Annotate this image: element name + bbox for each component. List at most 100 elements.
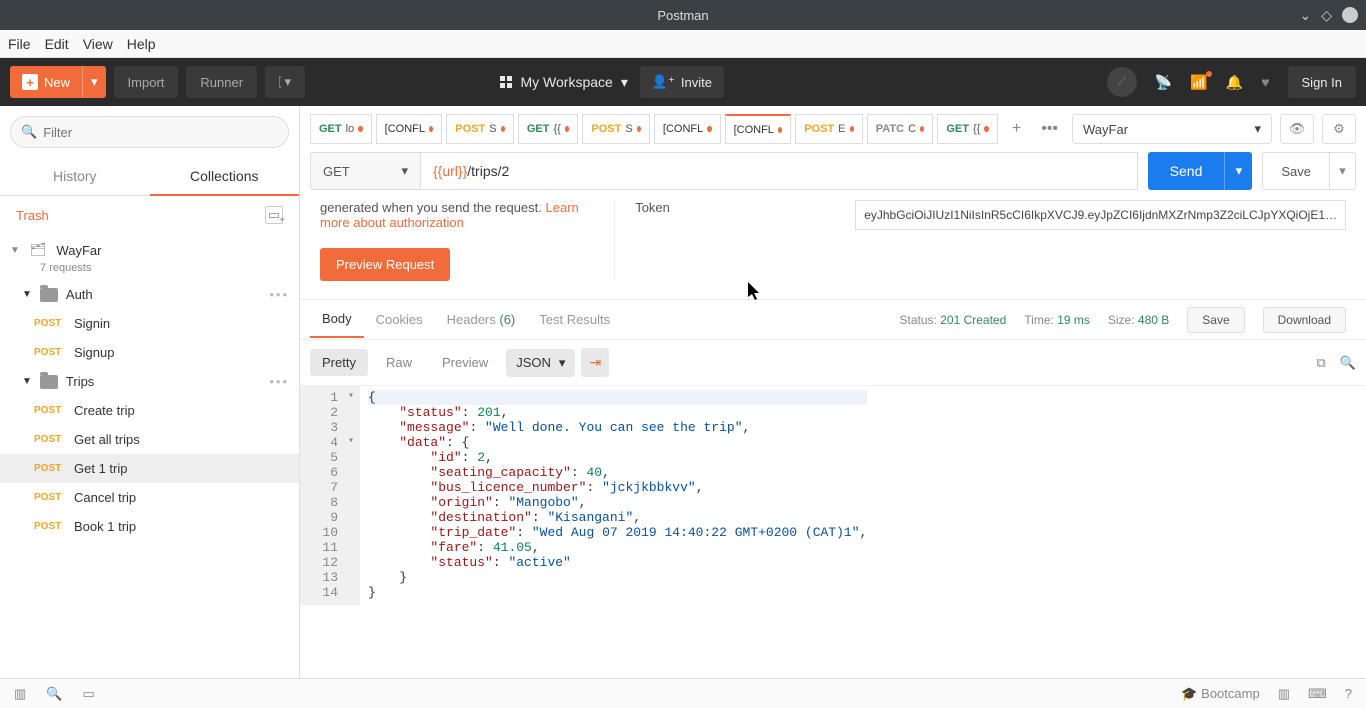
environment-label: WayFar: [1083, 122, 1128, 137]
new-tab-button[interactable]: +: [1006, 120, 1027, 138]
runner-button[interactable]: Runner: [186, 66, 257, 98]
window-close-icon[interactable]: ✕: [1342, 7, 1358, 23]
url-path: /trips/2: [467, 163, 509, 179]
environment-selector[interactable]: WayFar ▾: [1072, 114, 1272, 144]
sidebar-toggle-icon[interactable]: ▥: [14, 686, 26, 702]
response-tab-tests[interactable]: Test Results: [527, 302, 622, 337]
broadcast-icon[interactable]: 📶: [1190, 74, 1207, 91]
size-value: 480 B: [1138, 313, 1169, 327]
menu-file[interactable]: File: [8, 36, 31, 52]
open-new-window-button[interactable]: ▾: [265, 66, 305, 98]
tab-overflow-button[interactable]: •••: [1035, 120, 1064, 138]
response-tab-body[interactable]: Body: [310, 301, 364, 338]
new-collection-icon[interactable]: ▭+: [265, 206, 283, 224]
window-icon: [279, 75, 280, 89]
gear-icon: ⚙: [1333, 121, 1345, 137]
time-value: 19 ms: [1057, 313, 1090, 327]
token-input[interactable]: eyJhbGciOiJIUzI1NiIsInR5cCI6IkpXVCJ9.eyJ…: [855, 200, 1346, 230]
signin-button[interactable]: Sign In: [1288, 66, 1356, 98]
collection-name: WayFar: [56, 243, 101, 258]
caret-down-icon: ▼: [22, 376, 32, 387]
bootcamp-link[interactable]: 🎓 Bootcamp: [1181, 686, 1259, 702]
response-tab-cookies[interactable]: Cookies: [364, 302, 435, 337]
view-pretty[interactable]: Pretty: [310, 349, 368, 376]
two-pane-icon[interactable]: ▥: [1278, 686, 1290, 702]
sidebar-tab-collections[interactable]: Collections: [150, 158, 300, 196]
collection-sub: 7 requests: [40, 262, 299, 280]
invite-button[interactable]: 👤⁺ Invite: [640, 66, 724, 98]
menu-help[interactable]: Help: [127, 36, 156, 52]
trash-link[interactable]: Trash: [16, 208, 49, 223]
sidebar: 🔍 History Collections Trash ▭+ ▼ 🗂 WayFa…: [0, 106, 300, 678]
preview-request-button[interactable]: Preview Request: [320, 248, 450, 281]
new-dropdown-caret[interactable]: ▾: [82, 66, 106, 98]
signin-label: Sign In: [1302, 75, 1342, 90]
url-input[interactable]: {{url}}/trips/2: [420, 152, 1138, 190]
url-variable: {{url}}: [433, 163, 467, 179]
method-label: GET: [323, 164, 350, 179]
request-get-1-trip[interactable]: POSTGet 1 trip: [0, 454, 299, 483]
menu-edit[interactable]: Edit: [45, 36, 69, 52]
keyboard-shortcuts-icon[interactable]: ⌨: [1308, 686, 1327, 702]
console-icon[interactable]: ▭: [82, 686, 94, 702]
response-language-dropdown[interactable]: JSON▾: [506, 349, 575, 377]
more-icon[interactable]: •••: [269, 374, 289, 389]
response-tab-headers[interactable]: Headers (6): [435, 302, 528, 337]
environment-quicklook-button[interactable]: 👁: [1280, 114, 1314, 144]
status-value: 201 Created: [940, 313, 1006, 327]
capture-icon[interactable]: 📡: [1155, 74, 1172, 91]
download-response-button[interactable]: Download: [1263, 307, 1346, 333]
window-maximize-icon[interactable]: ◇: [1321, 7, 1332, 24]
response-body-viewer[interactable]: 1234567891011121314 ▾▾ { "status": 201, …: [300, 385, 1366, 605]
request-get-all-trips[interactable]: POSTGet all trips: [0, 425, 299, 454]
send-dropdown[interactable]: ▾: [1224, 152, 1252, 190]
settings-button[interactable]: ⚙: [1322, 114, 1356, 144]
window-title: Postman: [657, 8, 708, 23]
import-button[interactable]: Import: [114, 66, 179, 98]
workspace-selector[interactable]: My Workspace ▾: [500, 74, 627, 91]
save-response-button[interactable]: Save: [1187, 307, 1244, 333]
request-tab[interactable]: GET lo: [310, 114, 372, 144]
folder-trips[interactable]: ▼ Trips •••: [0, 367, 299, 396]
notifications-icon[interactable]: 🔔: [1226, 74, 1243, 91]
request-create-trip[interactable]: POSTCreate trip: [0, 396, 299, 425]
search-response-icon[interactable]: 🔍: [1340, 355, 1356, 371]
save-button[interactable]: Save: [1262, 152, 1330, 190]
find-icon[interactable]: 🔍: [46, 686, 62, 702]
save-dropdown[interactable]: ▾: [1330, 152, 1356, 190]
request-tab[interactable]: PATC C: [867, 114, 934, 144]
heart-icon[interactable]: ♥: [1261, 74, 1269, 90]
filter-input[interactable]: [43, 125, 278, 140]
sync-disabled-icon[interactable]: ⟋: [1107, 67, 1137, 97]
request-signup[interactable]: POSTSignup: [0, 338, 299, 367]
request-signin[interactable]: POSTSignin: [0, 309, 299, 338]
caret-down-icon: ▼: [10, 245, 20, 256]
request-book-1-trip[interactable]: POSTBook 1 trip: [0, 512, 299, 541]
view-raw[interactable]: Raw: [374, 349, 424, 376]
view-preview[interactable]: Preview: [430, 349, 500, 376]
window-minimize-icon[interactable]: ⌄: [1299, 7, 1311, 24]
chevron-down-icon: ▾: [559, 355, 566, 371]
request-tab[interactable]: [CONFL: [725, 114, 792, 144]
method-dropdown[interactable]: GET ▾: [310, 152, 420, 190]
request-tab[interactable]: [CONFL: [376, 114, 443, 144]
more-icon[interactable]: •••: [269, 287, 289, 302]
wrap-lines-button[interactable]: ⇥: [581, 348, 609, 377]
new-button[interactable]: + New ▾: [10, 66, 106, 98]
menu-view[interactable]: View: [83, 36, 113, 52]
main-toolbar: + New ▾ Import Runner ▾ My Workspace ▾ 👤…: [0, 58, 1366, 106]
sidebar-tab-history[interactable]: History: [0, 158, 150, 196]
request-tab[interactable]: GET {{: [518, 114, 579, 144]
runner-label: Runner: [200, 75, 243, 90]
request-tab[interactable]: POST E: [795, 114, 863, 144]
request-tab[interactable]: POST S: [582, 114, 650, 144]
copy-response-icon[interactable]: ⧉: [1317, 355, 1326, 371]
request-tab[interactable]: POST S: [446, 114, 514, 144]
request-cancel-trip[interactable]: POSTCancel trip: [0, 483, 299, 512]
filter-input-wrap[interactable]: 🔍: [10, 116, 289, 148]
request-tab[interactable]: GET {{: [937, 114, 998, 144]
folder-auth[interactable]: ▼ Auth •••: [0, 280, 299, 309]
send-button[interactable]: Send: [1148, 152, 1225, 190]
request-tab[interactable]: [CONFL: [654, 114, 721, 144]
help-icon[interactable]: ?: [1345, 686, 1352, 701]
